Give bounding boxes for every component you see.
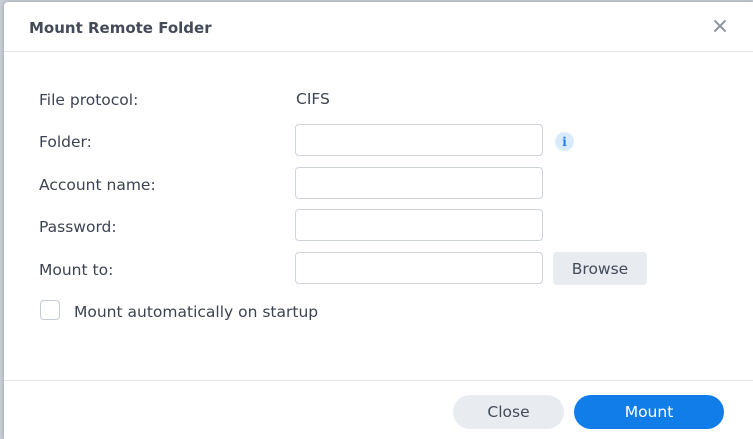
dialog-title: Mount Remote Folder [29, 19, 212, 37]
dialog-titlebar: Mount Remote Folder [4, 2, 753, 52]
auto-mount-label[interactable]: Mount automatically on startup [74, 303, 318, 321]
close-button[interactable]: Close [453, 395, 564, 429]
mount-to-label: Mount to: [39, 261, 114, 279]
password-input[interactable] [295, 209, 543, 241]
close-icon[interactable] [710, 16, 730, 36]
folder-label: Folder: [39, 133, 92, 151]
auto-mount-checkbox[interactable] [40, 300, 60, 320]
info-icon[interactable]: i [555, 132, 574, 151]
mount-remote-folder-dialog: Mount Remote Folder File protocol: CIFS … [4, 2, 753, 439]
file-protocol-value: CIFS [296, 90, 330, 108]
dialog-footer: Close Mount [4, 380, 753, 439]
mount-button[interactable]: Mount [574, 395, 724, 429]
account-name-label: Account name: [39, 176, 156, 194]
file-protocol-label: File protocol: [39, 91, 139, 109]
account-name-input[interactable] [295, 167, 543, 199]
folder-input[interactable] [295, 124, 543, 156]
password-label: Password: [39, 218, 117, 236]
mount-to-input[interactable] [295, 252, 543, 284]
browse-button[interactable]: Browse [553, 252, 647, 285]
